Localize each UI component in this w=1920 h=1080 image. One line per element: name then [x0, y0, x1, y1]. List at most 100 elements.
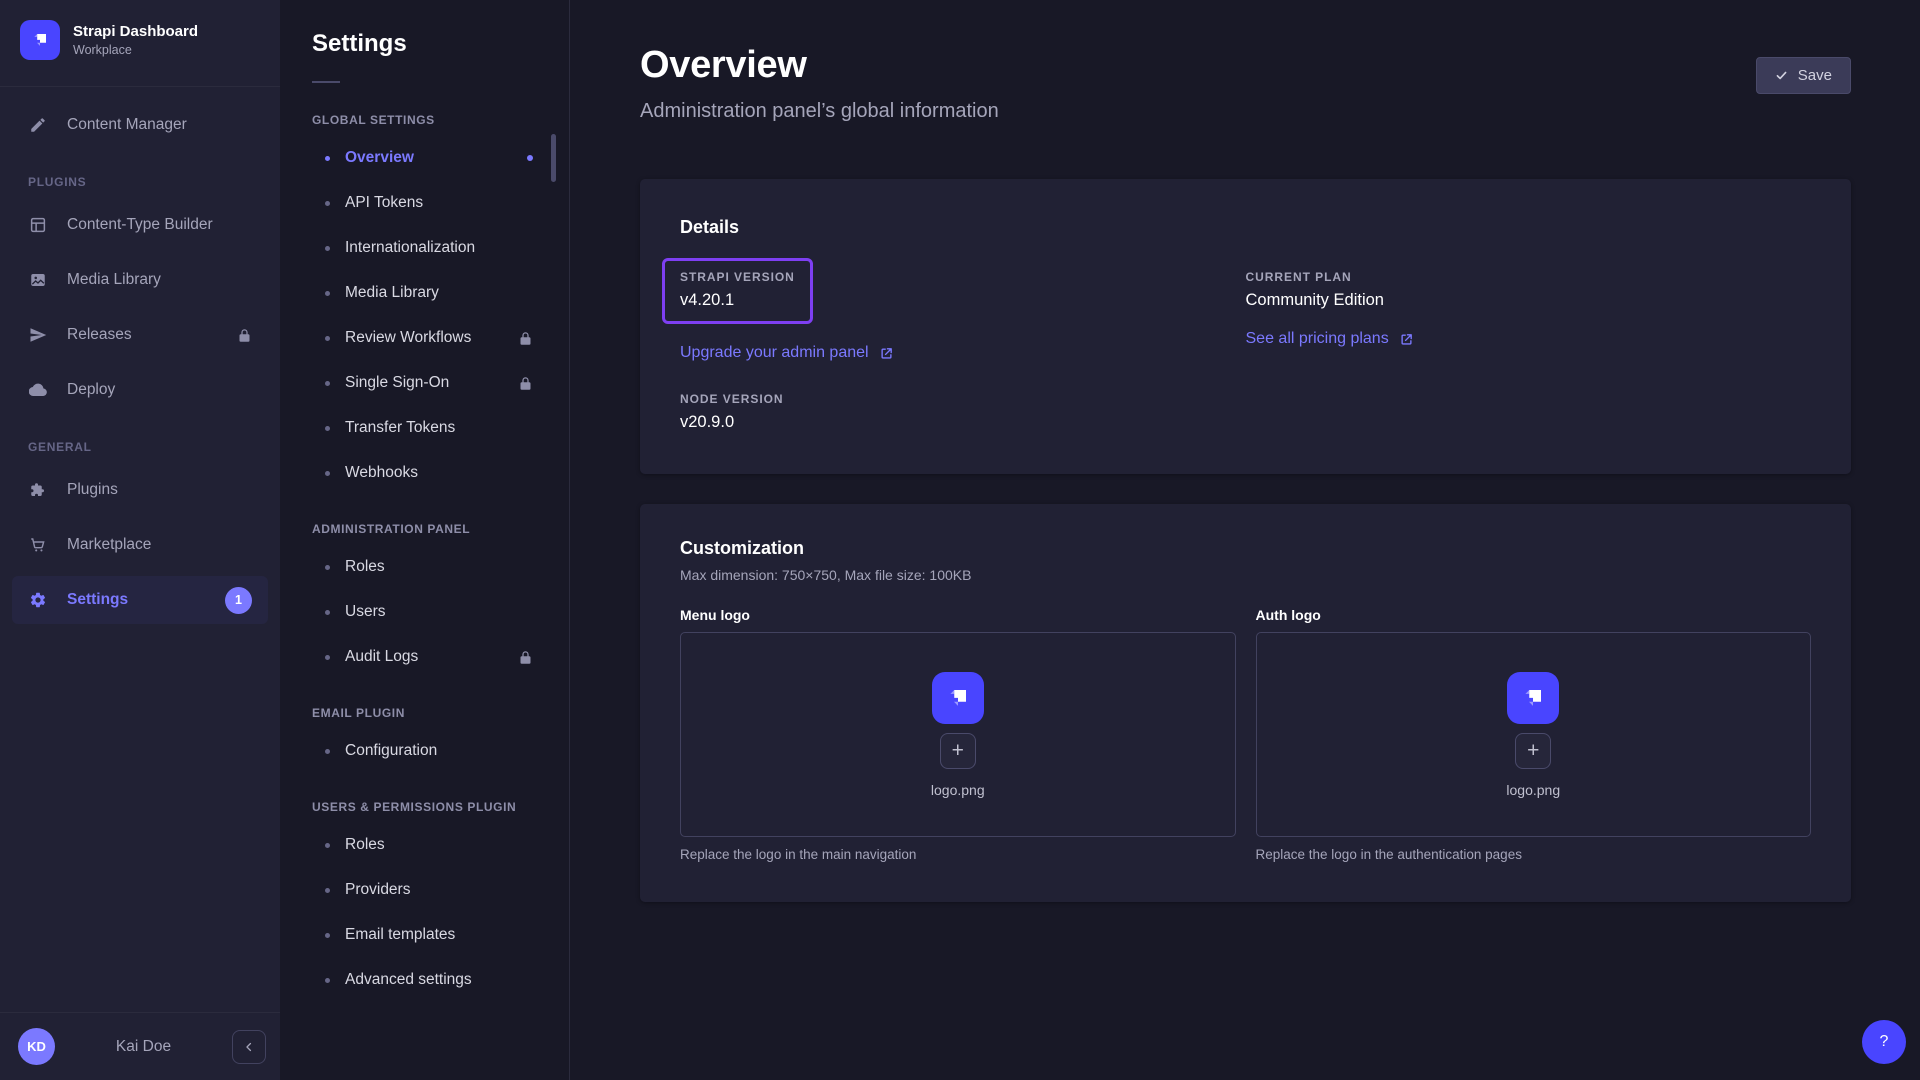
- bullet-icon: [325, 843, 330, 848]
- paper-plane-icon: [28, 325, 48, 345]
- check-icon: [1775, 69, 1788, 82]
- subnav-item-label: Webhooks: [345, 464, 418, 482]
- page-subtitle: Administration panel’s global informatio…: [640, 100, 999, 123]
- picture-icon: [28, 270, 48, 290]
- subnav-divider: [312, 81, 340, 83]
- collapse-sidebar-button[interactable]: [232, 1030, 266, 1064]
- subnav-section-users-permissions-plugin: USERS & PERMISSIONS PLUGIN: [312, 800, 545, 814]
- pricing-plans-link[interactable]: See all pricing plans: [1246, 330, 1414, 348]
- gear-icon: [28, 590, 48, 610]
- strapi-version-value: v4.20.1: [680, 291, 795, 310]
- sidebar-item-deploy[interactable]: Deploy: [12, 366, 268, 414]
- subnav-title: Settings: [280, 30, 569, 58]
- sidebar-item-marketplace[interactable]: Marketplace: [12, 521, 268, 569]
- subnav-item-media-library[interactable]: Media Library: [280, 274, 557, 312]
- bullet-icon: [325, 888, 330, 893]
- add-auth-logo-button[interactable]: +: [1515, 733, 1551, 769]
- bullet-icon: [325, 565, 330, 570]
- main-content: Overview Administration panel’s global i…: [570, 0, 1920, 1080]
- lock-icon: [518, 650, 533, 665]
- customization-subtitle: Max dimension: 750×750, Max file size: 1…: [680, 567, 1811, 583]
- main-sidebar: Strapi Dashboard Workplace Content Manag…: [0, 0, 280, 1080]
- subnav-item-audit-logs[interactable]: Audit Logs: [280, 638, 557, 676]
- sidebar-item-content-manager[interactable]: Content Manager: [12, 101, 268, 149]
- details-title: Details: [680, 217, 1811, 238]
- subnav-item-label: Roles: [345, 836, 385, 854]
- bullet-icon: [325, 201, 330, 206]
- workspace-brand[interactable]: Strapi Dashboard Workplace: [0, 0, 280, 80]
- subnav-item-transfer-tokens[interactable]: Transfer Tokens: [280, 409, 557, 447]
- subnav-scrollbar-thumb[interactable]: [551, 134, 556, 182]
- lock-icon: [518, 376, 533, 391]
- bullet-icon: [325, 978, 330, 983]
- sidebar-item-label: Settings: [67, 591, 128, 609]
- customization-card: Customization Max dimension: 750×750, Ma…: [640, 504, 1851, 902]
- subnav-item-label: Single Sign-On: [345, 374, 449, 392]
- node-version-field: NODE VERSION v20.9.0: [680, 392, 1246, 432]
- workspace-title: Strapi Dashboard: [73, 23, 198, 40]
- subnav-item-email-templates[interactable]: Email templates: [280, 916, 557, 954]
- menu-logo-upload-box[interactable]: + logo.png: [680, 632, 1236, 837]
- subnav-item-label: Configuration: [345, 742, 437, 760]
- subnav-item-advanced-settings[interactable]: Advanced settings: [280, 961, 557, 999]
- menu-logo-caption: Replace the logo in the main navigation: [680, 847, 1236, 862]
- subnav-item-roles[interactable]: Roles: [280, 548, 557, 586]
- subnav-item-single-sign-on[interactable]: Single Sign-On: [280, 364, 557, 402]
- subnav-item-label: Audit Logs: [345, 648, 418, 666]
- bullet-icon: [325, 291, 330, 296]
- subnav-section-administration-panel: ADMINISTRATION PANEL: [312, 522, 545, 536]
- notification-dot-icon: [527, 155, 533, 161]
- subnav-item-overview[interactable]: Overview: [280, 139, 557, 177]
- subnav-section-global-settings: GLOBAL SETTINGS: [312, 113, 545, 127]
- details-card: Details STRAPI VERSION v4.20.1 Upgrade y…: [640, 179, 1851, 474]
- bullet-icon: [325, 749, 330, 754]
- logo-upload-row: Menu logo + logo.png Replace the logo: [680, 607, 1811, 862]
- subnav-item-label: Email templates: [345, 926, 455, 944]
- strapi-admin-app: Strapi Dashboard Workplace Content Manag…: [0, 0, 1920, 1080]
- details-left-column: STRAPI VERSION v4.20.1 Upgrade your admi…: [680, 258, 1246, 432]
- puzzle-icon: [28, 480, 48, 500]
- sidebar-item-settings[interactable]: Settings 1: [12, 576, 268, 624]
- help-button[interactable]: ?: [1862, 1020, 1906, 1064]
- sidebar-item-label: Releases: [67, 326, 132, 344]
- subnav-item-users[interactable]: Users: [280, 593, 557, 631]
- strapi-version-label: STRAPI VERSION: [680, 270, 795, 284]
- subnav-item-webhooks[interactable]: Webhooks: [280, 454, 557, 492]
- subnav-section-email-plugin: EMAIL PLUGIN: [312, 706, 545, 720]
- upgrade-admin-panel-link[interactable]: Upgrade your admin panel: [680, 344, 894, 362]
- subnav-item-internationalization[interactable]: Internationalization: [280, 229, 557, 267]
- current-plan-value: Community Edition: [1246, 291, 1812, 310]
- subnav-item-up-roles[interactable]: Roles: [280, 826, 557, 864]
- sidebar-item-media-library[interactable]: Media Library: [12, 256, 268, 304]
- save-button-label: Save: [1798, 67, 1832, 84]
- subnav-item-providers[interactable]: Providers: [280, 871, 557, 909]
- bullet-icon: [325, 933, 330, 938]
- sidebar-item-releases[interactable]: Releases: [12, 311, 268, 359]
- chevron-left-icon: [242, 1040, 256, 1054]
- sidebar-item-content-type-builder[interactable]: Content-Type Builder: [12, 201, 268, 249]
- user-name: Kai Doe: [55, 1038, 232, 1056]
- sidebar-item-label: Plugins: [67, 481, 118, 499]
- workspace-subtitle: Workplace: [73, 43, 198, 57]
- subnav-item-configuration[interactable]: Configuration: [280, 732, 557, 770]
- bullet-icon: [325, 336, 330, 341]
- strapi-logo-icon: [20, 20, 60, 60]
- menu-logo-filename: logo.png: [931, 782, 985, 798]
- cloud-icon: [28, 380, 48, 400]
- avatar[interactable]: KD: [18, 1028, 55, 1065]
- page-title: Overview: [640, 44, 999, 87]
- external-link-icon: [879, 346, 894, 361]
- customization-title: Customization: [680, 538, 1811, 559]
- sidebar-item-label: Marketplace: [67, 536, 151, 554]
- auth-logo-field: Auth logo + logo.png Replace the logo: [1256, 607, 1812, 862]
- add-menu-logo-button[interactable]: +: [940, 733, 976, 769]
- auth-logo-filename: logo.png: [1506, 782, 1560, 798]
- sidebar-item-label: Media Library: [67, 271, 161, 289]
- strapi-logo-icon: [932, 672, 984, 724]
- external-link-icon: [1399, 332, 1414, 347]
- sidebar-item-plugins[interactable]: Plugins: [12, 466, 268, 514]
- auth-logo-upload-box[interactable]: + logo.png: [1256, 632, 1812, 837]
- save-button[interactable]: Save: [1756, 57, 1851, 94]
- subnav-item-api-tokens[interactable]: API Tokens: [280, 184, 557, 222]
- subnav-item-review-workflows[interactable]: Review Workflows: [280, 319, 557, 357]
